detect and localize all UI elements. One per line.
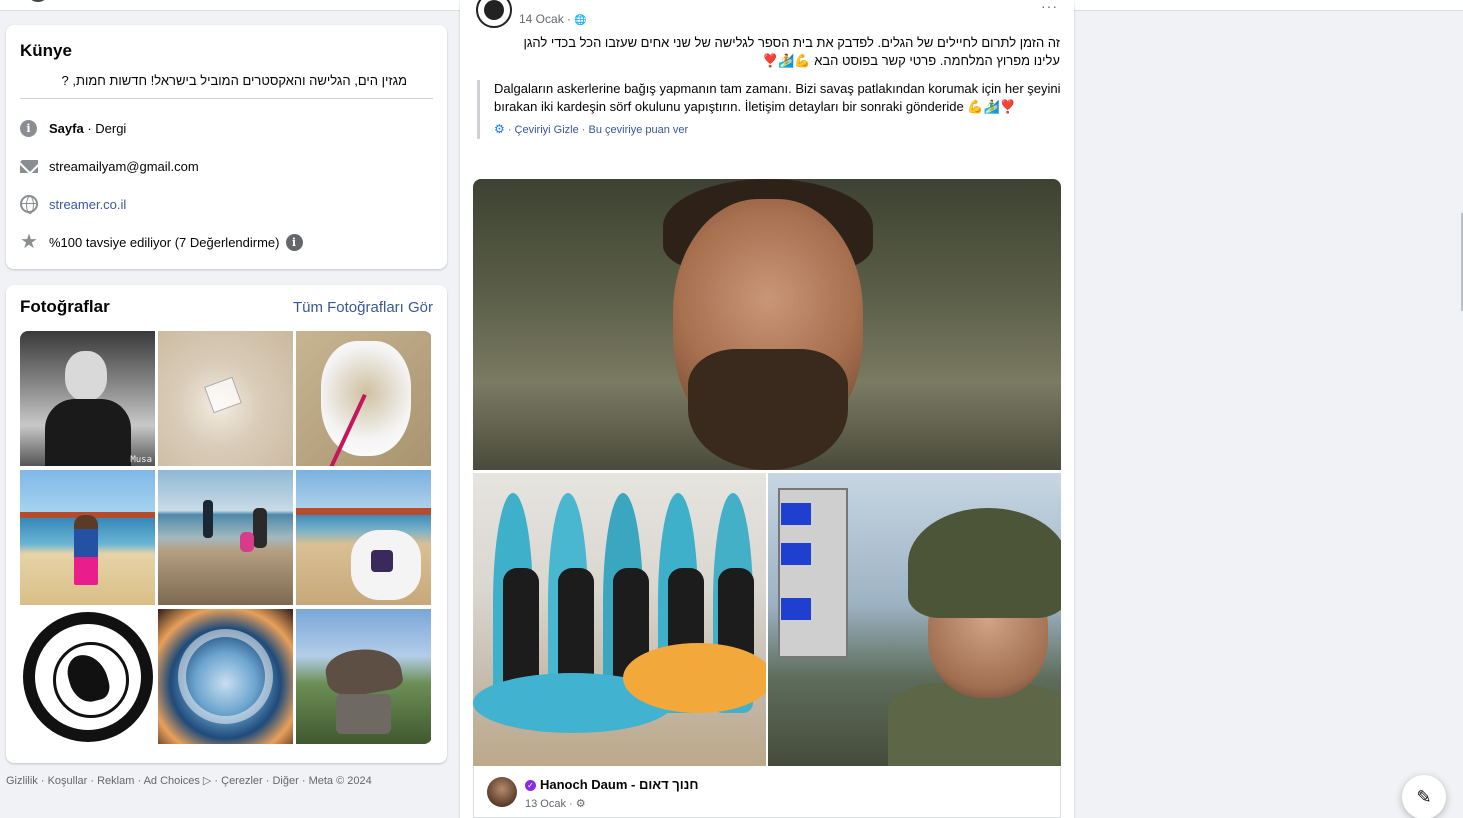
post-photo-soldier[interactable]: [768, 473, 1061, 766]
shared-author-name-row: ✓ Hanoch Daum - חנוך דאום: [525, 777, 698, 792]
post-photo-main[interactable]: [473, 179, 1061, 470]
shared-post-header: ✓ Hanoch Daum - חנוך דאום 13 Ocak · ⚙: [473, 767, 1061, 818]
translation-text: Dalgaların askerlerine bağış yapmanın ta…: [494, 81, 1061, 114]
photos-title: Fotoğraflar: [20, 297, 110, 316]
photo-tile[interactable]: [158, 609, 293, 744]
info-icon: i: [20, 119, 37, 137]
settings-gear-icon[interactable]: ⚙: [494, 122, 505, 136]
category-type: Sayfa: [49, 120, 84, 136]
new-message-compose-button[interactable]: ✎: [1402, 775, 1446, 818]
footer-separator: ·: [298, 775, 309, 787]
footer-separator: ·: [87, 775, 98, 787]
shared-post-meta: 13 Ocak · ⚙: [525, 797, 586, 810]
globe-icon: [20, 195, 38, 214]
shared-author-avatar[interactable]: [487, 777, 517, 807]
email-link[interactable]: streamailyam@gmail.com: [49, 159, 199, 174]
more-options-icon[interactable]: ···: [1041, 0, 1058, 14]
link-separator: ·: [504, 124, 515, 136]
footer-link-more[interactable]: Diğer: [272, 775, 298, 787]
photo-tile[interactable]: Musa: [20, 331, 155, 466]
photo-grid: Musa: [20, 331, 432, 744]
page-intro-text: מגזין הים, הגלישה והאקסטרים המוביל בישרא…: [20, 73, 433, 99]
meta-separator: ·: [563, 12, 575, 26]
star-icon: ★: [20, 231, 38, 253]
footer-links: Gizlilik · Koşullar · Reklam · Ad Choice…: [6, 774, 372, 787]
rating-info-icon[interactable]: i: [285, 233, 303, 251]
footer-link-cookies[interactable]: Çerezler: [221, 775, 263, 787]
link-separator: ·: [578, 124, 589, 136]
shared-post-date[interactable]: 13 Ocak: [525, 798, 566, 810]
audience-gear-icon: ⚙: [575, 798, 586, 810]
verified-badge-icon: ✓: [525, 780, 536, 791]
footer-copyright: Meta © 2024: [308, 775, 372, 787]
post-translation: Dalgaların askerlerine bağış yapmanın ta…: [477, 80, 1061, 139]
photo-tile[interactable]: [158, 470, 293, 605]
photo-tile[interactable]: [20, 470, 155, 605]
photo-tile[interactable]: [296, 331, 431, 466]
post-meta: 14 Ocak · 🌐: [519, 12, 587, 26]
footer-link-terms[interactable]: Koşullar: [48, 775, 88, 787]
footer-link-privacy[interactable]: Gizlilik: [6, 775, 38, 787]
footer-link-ad-choices[interactable]: Ad Choices ▷: [144, 775, 212, 787]
see-all-photos-link[interactable]: Tüm Fotoğrafları Gör: [293, 299, 433, 316]
photo-tile[interactable]: [296, 609, 431, 744]
footer-separator: ·: [37, 775, 48, 787]
website-link[interactable]: streamer.co.il: [49, 197, 126, 212]
rating-text: %100 tavsiye ediliyor (7 Değerlendirme): [49, 234, 280, 250]
public-globe-icon: 🌐: [574, 15, 587, 26]
post-date[interactable]: 14 Ocak: [519, 12, 564, 26]
page-avatar[interactable]: [476, 0, 512, 28]
meta-separator: ·: [565, 798, 576, 810]
photo-tile[interactable]: [158, 331, 293, 466]
about-title: Künye: [20, 41, 72, 60]
website-row: streamer.co.il: [20, 185, 433, 223]
facebook-logo-icon[interactable]: [30, 0, 46, 2]
rate-translation-link[interactable]: Bu çeviriye puan ver: [589, 124, 689, 136]
photos-card: Fotoğraflar Tüm Fotoğrafları Gör Musa: [6, 285, 447, 763]
post-photo-surfers[interactable]: [473, 473, 766, 766]
footer-link-advertising[interactable]: Reklam: [97, 775, 134, 787]
footer-separator: ·: [134, 775, 144, 787]
rating-row: ★ %100 tavsiye ediliyor (7 Değerlendirme…: [20, 223, 433, 261]
photo-tile[interactable]: [20, 609, 155, 744]
email-row: streamailyam@gmail.com: [20, 147, 433, 185]
hide-translation-link[interactable]: Çeviriyi Gizle: [515, 124, 579, 136]
footer-separator: ·: [211, 775, 222, 787]
category-value: · Dergi: [83, 120, 127, 136]
post-text-original: זה הזמן לתרום לחיילים של הגלים. לפדבק את…: [523, 35, 1060, 68]
photo-watermark: Musa: [130, 455, 152, 465]
photo-tile[interactable]: [296, 470, 431, 605]
shared-author-name[interactable]: Hanoch Daum - חנוך דאום: [540, 777, 698, 792]
envelope-icon: [20, 159, 38, 173]
category-row: i Sayfa · Dergi: [20, 109, 433, 147]
about-card: Künye מגזין הים, הגלישה והאקסטרים המוביל…: [6, 25, 447, 269]
feed-post: 14 Ocak · 🌐 ··· זה הזמן לתרום לחיילים של…: [460, 0, 1074, 818]
translation-links: ⚙ · Çeviriyi Gizle · Bu çeviriye puan ve…: [494, 120, 1061, 139]
